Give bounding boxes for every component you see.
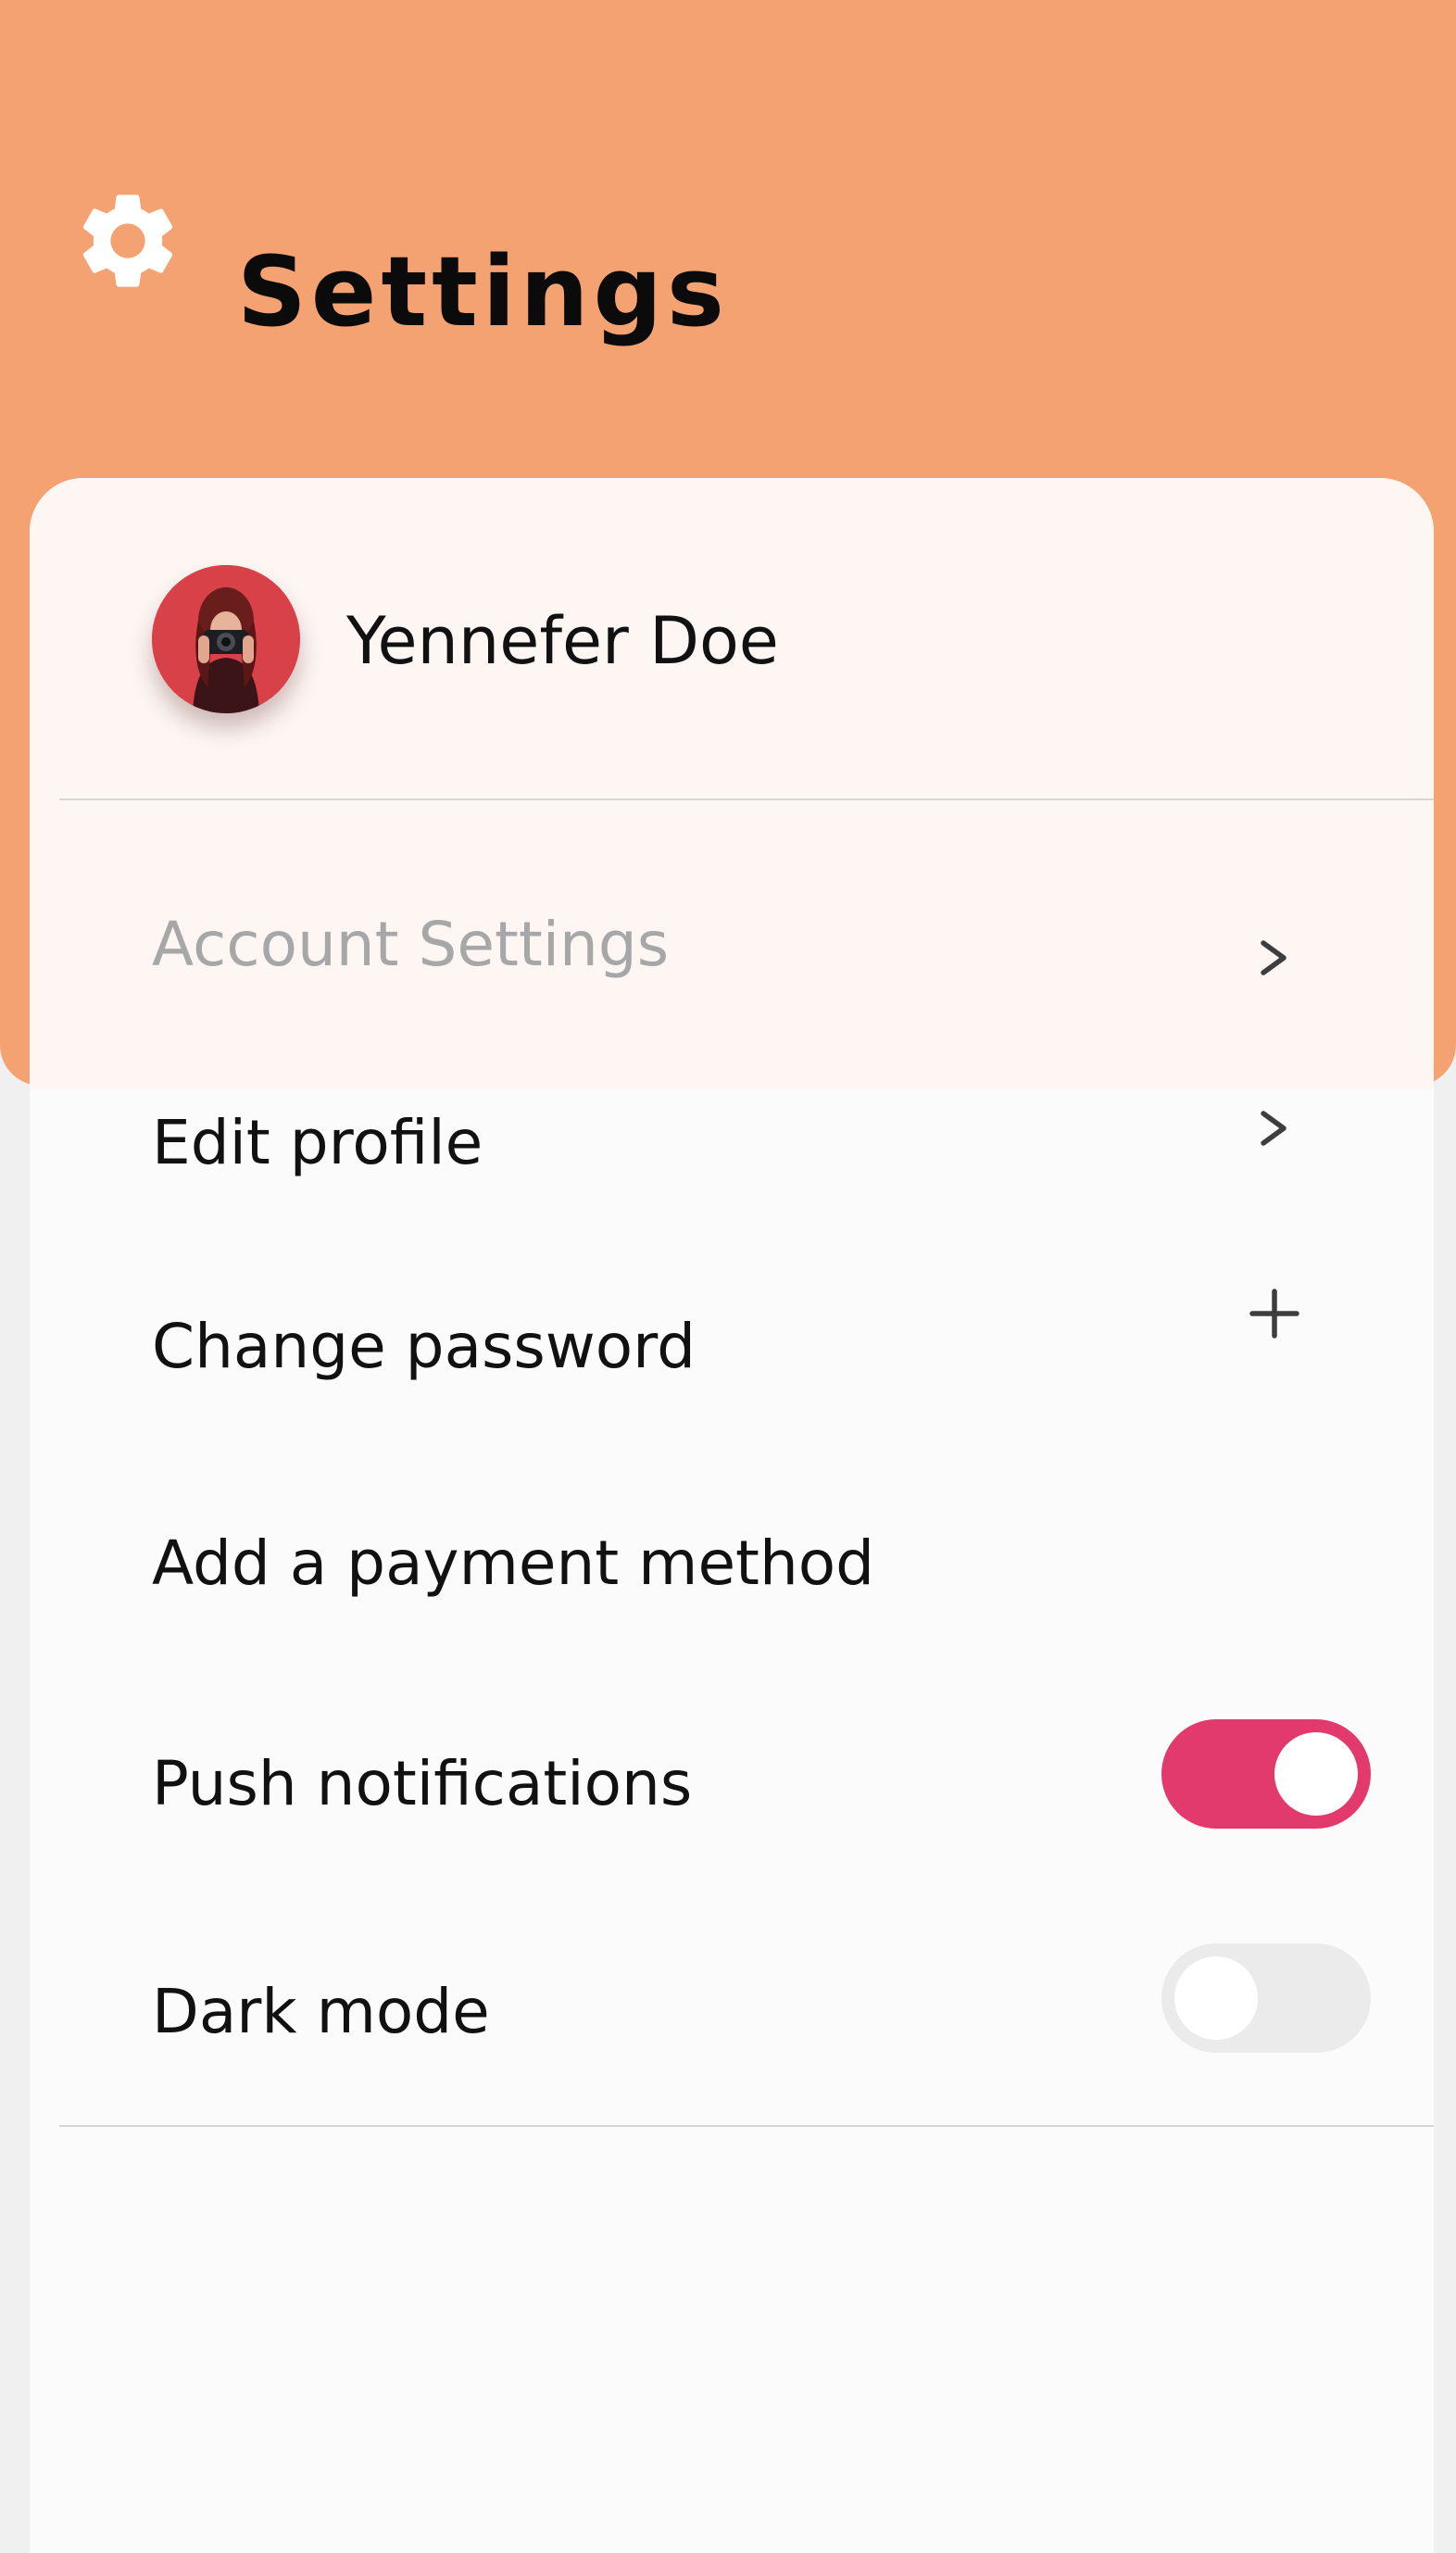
account-settings-label: Account Settings	[152, 909, 670, 980]
avatar[interactable]	[152, 565, 300, 713]
dark-mode-row: Dark mode	[30, 1901, 1434, 2123]
plus-icon[interactable]	[1249, 1288, 1300, 1339]
chevron-right-icon	[1261, 1111, 1287, 1146]
account-settings-row[interactable]: Account Settings	[30, 799, 1434, 1089]
push-notifications-label: Push notifications	[152, 1748, 693, 1819]
edit-profile-label: Edit profile	[152, 1107, 483, 1178]
add-payment-method-row[interactable]: Add a payment method	[30, 1475, 1434, 1679]
profile-name: Yennefer Doe	[346, 603, 779, 679]
settings-screen: Settings Yennefer Doe Account Settings E…	[0, 0, 1456, 2553]
toggle-knob	[1174, 1956, 1258, 2040]
list-divider	[59, 2125, 1434, 2127]
change-password-label: Change password	[152, 1311, 697, 1382]
avatar-photo	[152, 565, 300, 713]
chevron-right-icon	[1261, 940, 1287, 975]
settings-card: Yennefer Doe Account Settings Edit profi…	[30, 478, 1434, 2553]
profile-row[interactable]: Yennefer Doe	[30, 478, 1434, 799]
push-notifications-row: Push notifications	[30, 1679, 1434, 1901]
edit-profile-row[interactable]: Edit profile	[30, 1089, 1434, 1271]
push-notifications-toggle[interactable]	[1161, 1719, 1371, 1829]
change-password-row[interactable]: Change password	[30, 1271, 1434, 1475]
dark-mode-label: Dark mode	[152, 1976, 490, 2047]
toggle-knob	[1274, 1732, 1358, 1816]
gear-icon[interactable]	[70, 183, 185, 298]
add-payment-method-label: Add a payment method	[152, 1528, 875, 1599]
dark-mode-toggle[interactable]	[1161, 1943, 1371, 2053]
page-title: Settings	[237, 235, 729, 348]
